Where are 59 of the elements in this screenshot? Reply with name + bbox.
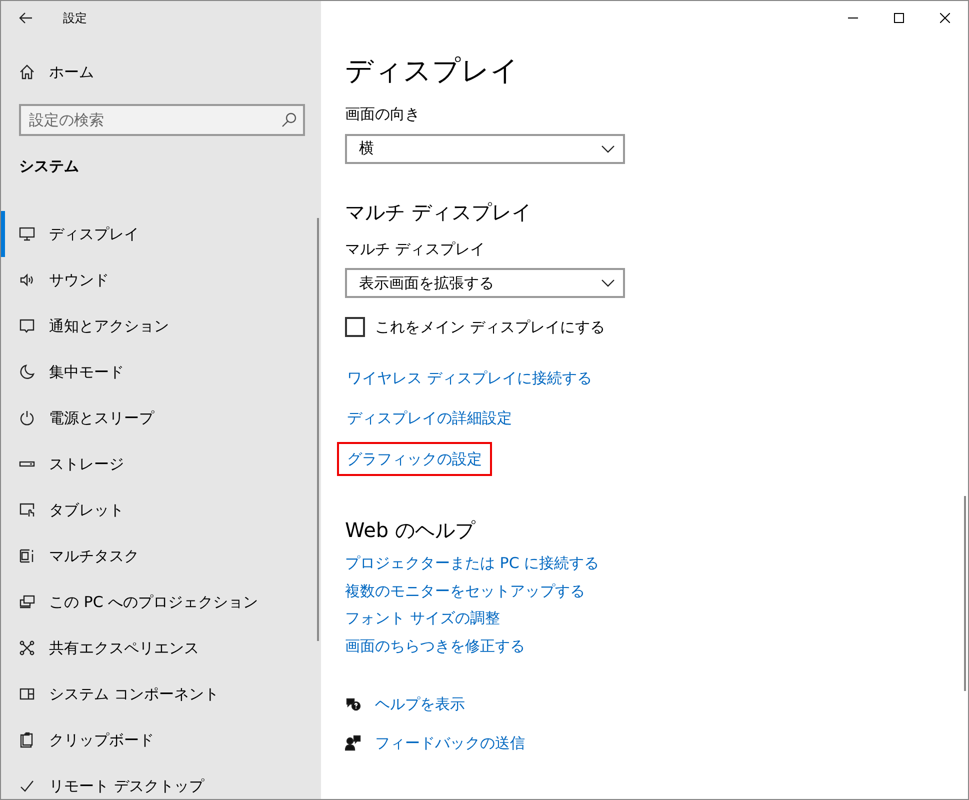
help-link[interactable]: フィードバックの送信 — [375, 732, 525, 754]
chevron-down-icon — [601, 279, 615, 287]
check-icon — [19, 778, 35, 794]
home-link[interactable]: ホーム — [19, 57, 94, 88]
section-heading: Web のヘルプ — [345, 517, 476, 544]
section-heading: システム — [19, 156, 80, 176]
sidebar-item[interactable]: 共有エクスペリエンス — [1, 625, 311, 671]
scrollbar[interactable] — [964, 496, 966, 691]
sidebar-item[interactable]: 電源とスリープ — [1, 395, 311, 441]
field-label: マルチ ディスプレイ — [345, 238, 486, 260]
back-arrow-icon — [19, 12, 33, 24]
sidebar-item[interactable]: 集中モード — [1, 349, 311, 395]
sidebar-item[interactable]: タブレット — [1, 487, 311, 533]
sidebar-item[interactable]: ストレージ — [1, 441, 311, 487]
dropdown[interactable]: 横 — [345, 134, 625, 164]
close-icon — [940, 13, 950, 23]
clipboard-icon — [19, 732, 35, 748]
help-link[interactable]: フォント サイズの調整 — [345, 607, 500, 630]
sidebar-item[interactable]: この PC へのプロジェクション — [1, 579, 311, 625]
sidebar-item[interactable]: システム コンポーネント — [1, 671, 311, 717]
settings-link[interactable]: ディスプレイの詳細設定 — [337, 401, 522, 436]
sidebar-item[interactable]: サウンド — [1, 257, 311, 303]
field-label: 画面の向き — [345, 104, 421, 125]
section-heading: マルチ ディスプレイ — [345, 198, 532, 226]
search-icon — [281, 112, 297, 128]
sidebar-item[interactable]: リモート デスクトップ — [1, 763, 311, 799]
projection-icon — [19, 594, 35, 610]
settings-link[interactable]: ワイヤレス ディスプレイに接続する — [337, 360, 602, 395]
home-icon — [19, 64, 35, 80]
sidebar-item[interactable]: クリップボード — [1, 717, 311, 763]
help-link[interactable]: プロジェクターまたは PC に接続する — [345, 552, 600, 574]
moon-icon — [19, 364, 35, 380]
page-title: ディスプレイ — [345, 53, 520, 89]
share-icon — [19, 640, 35, 656]
help-link[interactable]: ヘルプを表示 — [375, 693, 465, 716]
multitask-icon — [19, 548, 35, 564]
search-field[interactable]: 設定の検索 — [19, 104, 305, 136]
help-link[interactable]: 画面のちらつきを修正する — [345, 634, 525, 657]
tablet-hand-icon — [19, 502, 35, 518]
power-icon — [19, 410, 35, 426]
sidebar-item[interactable]: マルチタスク — [1, 533, 311, 579]
dropdown-value: 表示画面を拡張する — [359, 272, 494, 294]
panel-icon — [19, 686, 35, 702]
checkbox[interactable]: これをメイン ディスプレイにする — [345, 316, 605, 338]
window-title: 設定 — [63, 10, 87, 27]
message-icon — [19, 318, 35, 334]
dropdown[interactable]: 表示画面を拡張する — [345, 268, 625, 298]
sidebar-item[interactable]: ディスプレイ — [1, 211, 311, 257]
sidebar-item[interactable]: 通知とアクション — [1, 303, 311, 349]
chevron-down-icon — [601, 144, 615, 152]
monitor-icon — [19, 226, 35, 242]
dropdown-value: 横 — [359, 138, 374, 160]
scrollbar[interactable] — [317, 218, 319, 641]
chat-question-icon — [345, 696, 361, 712]
speaker-icon — [19, 272, 35, 288]
maximize-icon — [894, 13, 904, 23]
help-link[interactable]: 複数のモニターをセットアップする — [345, 580, 585, 602]
person-feedback-icon — [345, 734, 361, 751]
settings-link[interactable]: グラフィックの設定 — [337, 442, 492, 476]
